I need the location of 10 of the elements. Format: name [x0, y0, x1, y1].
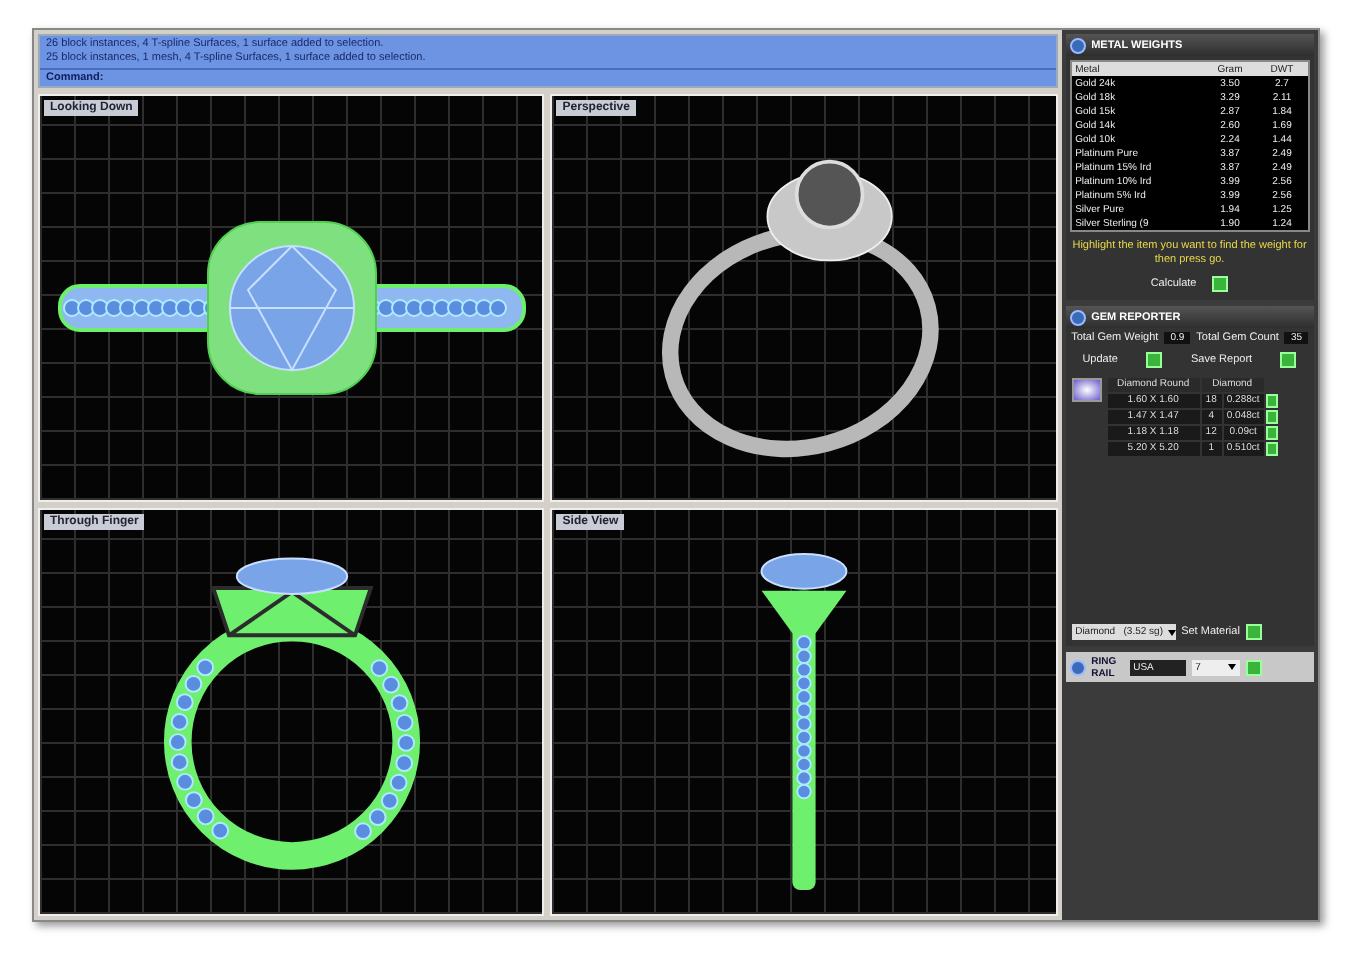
go-button[interactable]	[1212, 276, 1229, 292]
update-button[interactable]	[1146, 352, 1163, 368]
ring-icon	[1069, 37, 1086, 53]
gem-thumbnail-icon	[1071, 378, 1102, 402]
save-report-button[interactable]	[1280, 352, 1297, 368]
caret-icon	[1167, 629, 1175, 635]
ring-icon	[1069, 659, 1086, 675]
set-material-button[interactable]	[1245, 624, 1262, 640]
gem-icon	[1069, 309, 1086, 325]
caret-icon	[1227, 664, 1236, 670]
